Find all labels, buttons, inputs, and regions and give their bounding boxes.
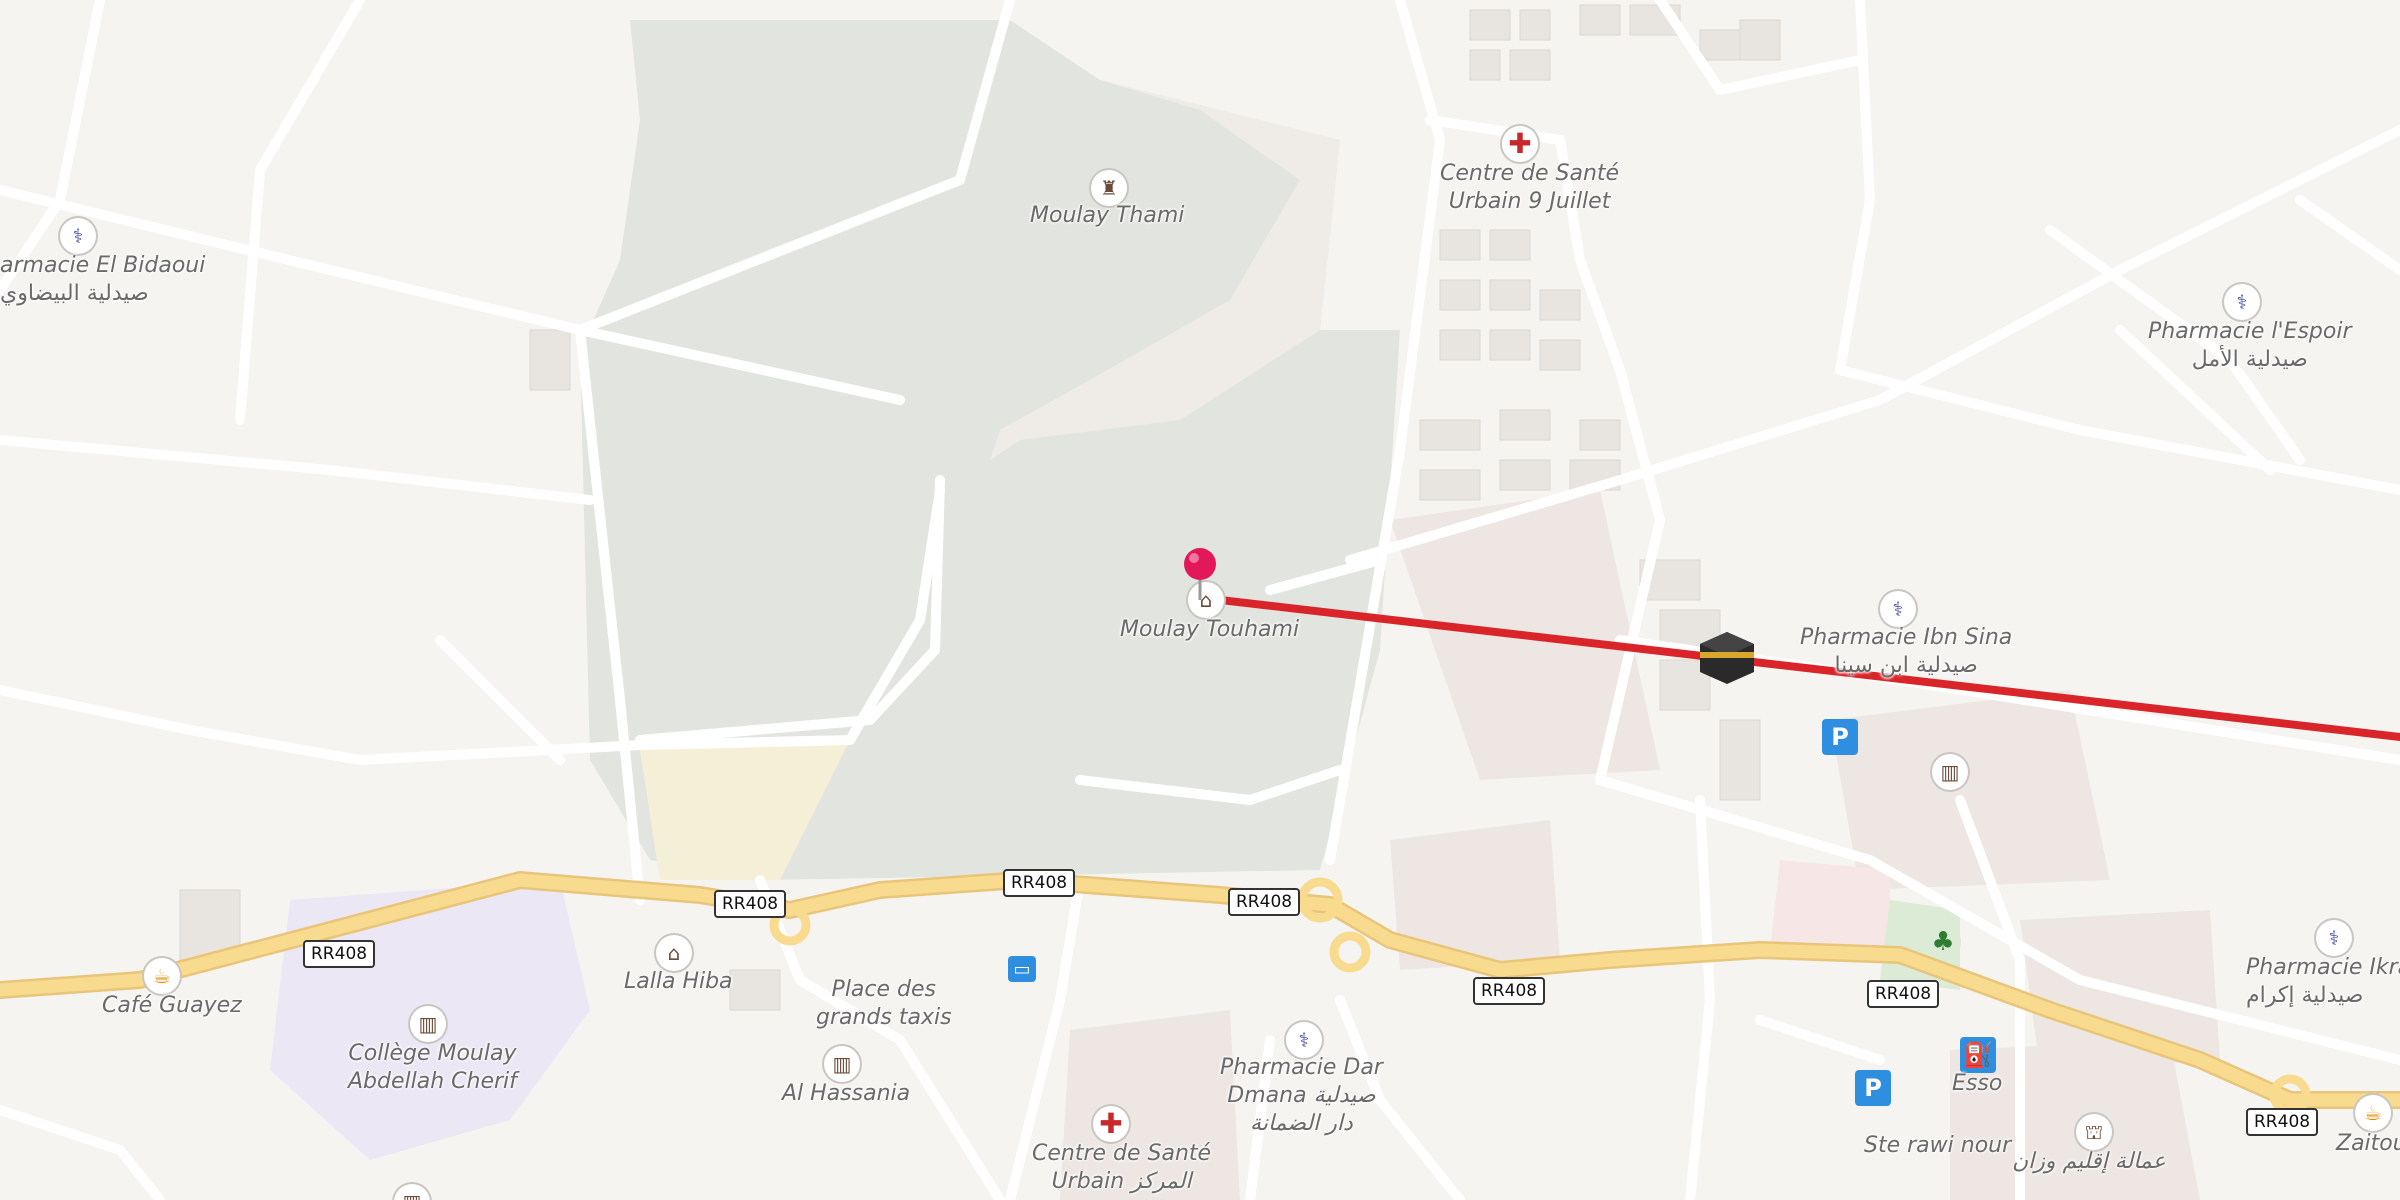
pharmacy-icon[interactable]: ⚕ [60, 218, 96, 254]
mosque-icon[interactable] [1698, 630, 1756, 686]
school-icon[interactable]: ▥ [410, 1006, 446, 1042]
label-amalat-ouazzane[interactable]: عمالة إقليم وزان [2012, 1148, 2166, 1176]
pharmacy-icon[interactable]: ⚕ [1880, 591, 1916, 627]
pharmacy-icon[interactable]: ⚕ [1286, 1022, 1322, 1058]
parking-icon[interactable]: P [1822, 719, 1858, 755]
road-shield-rr408: RR408 [2246, 1108, 2319, 1136]
label-centre-sante-urbain[interactable]: Centre de Santé Urbain المركز [1032, 1140, 1211, 1196]
road-shield-rr408: RR408 [1228, 888, 1301, 916]
label-lalla-hiba[interactable]: Lalla Hiba [624, 968, 733, 996]
bus-stop-icon[interactable]: ▭ [1008, 956, 1036, 982]
mausoleum-icon[interactable]: ⌂ [656, 935, 692, 971]
cafe-icon[interactable]: ☕ [144, 958, 180, 994]
label-place-grands-taxis[interactable]: Place des grands taxis [816, 976, 952, 1032]
label-pharmacie-dar-dmana[interactable]: Pharmacie Dar Dmana صيدلية دار الضمانة [1220, 1054, 1383, 1138]
government-icon[interactable]: ⛫ [2076, 1114, 2112, 1150]
cafe-icon[interactable]: ☕ [2355, 1095, 2391, 1131]
road-shield-rr408: RR408 [1473, 977, 1546, 1005]
label-college-moulay[interactable]: Collège Moulay Abdellah Cherif [348, 1040, 517, 1096]
location-pin-icon[interactable] [1180, 546, 1220, 602]
label-cafe-guayez[interactable]: Café Guayez [102, 992, 242, 1020]
label-pharmacie-ikram[interactable]: Pharmacie Ikra صيدلية إكرام [2246, 954, 2400, 1010]
label-zaitoun[interactable]: Zaitoun [2336, 1130, 2400, 1158]
school-icon[interactable]: ▥ [824, 1046, 860, 1082]
fuel-station-icon[interactable]: ⛽ [1960, 1037, 1996, 1073]
label-moulay-touhami[interactable]: Moulay Touhami [1120, 616, 1299, 644]
tomb-icon[interactable]: ♜ [1091, 170, 1127, 206]
label-pharmacie-el-bidaoui[interactable]: armacie El Bidaoui صيدلية البيضاوي [0, 252, 205, 308]
pharmacy-icon[interactable]: ⚕ [2316, 920, 2352, 956]
road-shield-rr408: RR408 [714, 890, 787, 918]
map-canvas[interactable]: ♜ Moulay Thami ⌂ Moulay Touhami ✚ Centre… [0, 0, 2400, 1200]
road-shield-rr408: RR408 [303, 940, 376, 968]
label-al-hassania[interactable]: Al Hassania [782, 1080, 910, 1108]
label-moulay-thami[interactable]: Moulay Thami [1030, 202, 1184, 230]
road-shield-rr408: RR408 [1867, 980, 1940, 1008]
label-pharmacie-ibn-sina[interactable]: Pharmacie Ibn Sina صيدلية ابن سينا [1800, 624, 2012, 680]
label-ste-rawi-nour[interactable]: Ste rawi nour [1864, 1132, 2011, 1160]
label-esso[interactable]: Esso [1952, 1070, 2002, 1098]
tree-icon[interactable]: ♣ [1925, 924, 1961, 960]
label-pharmacie-l-espoir[interactable]: Pharmacie l'Espoir صيدلية الأمل [2148, 318, 2352, 374]
parking-icon[interactable]: P [1855, 1070, 1891, 1106]
medical-cross-icon[interactable]: ✚ [1502, 126, 1538, 162]
road-shield-rr408: RR408 [1003, 869, 1076, 897]
school-icon[interactable]: ▥ [1932, 754, 1968, 790]
medical-cross-icon[interactable]: ✚ [1093, 1106, 1129, 1142]
label-centre-sante-9-juillet[interactable]: Centre de Santé Urbain 9 Juillet [1440, 160, 1619, 216]
pharmacy-icon[interactable]: ⚕ [2224, 284, 2260, 320]
